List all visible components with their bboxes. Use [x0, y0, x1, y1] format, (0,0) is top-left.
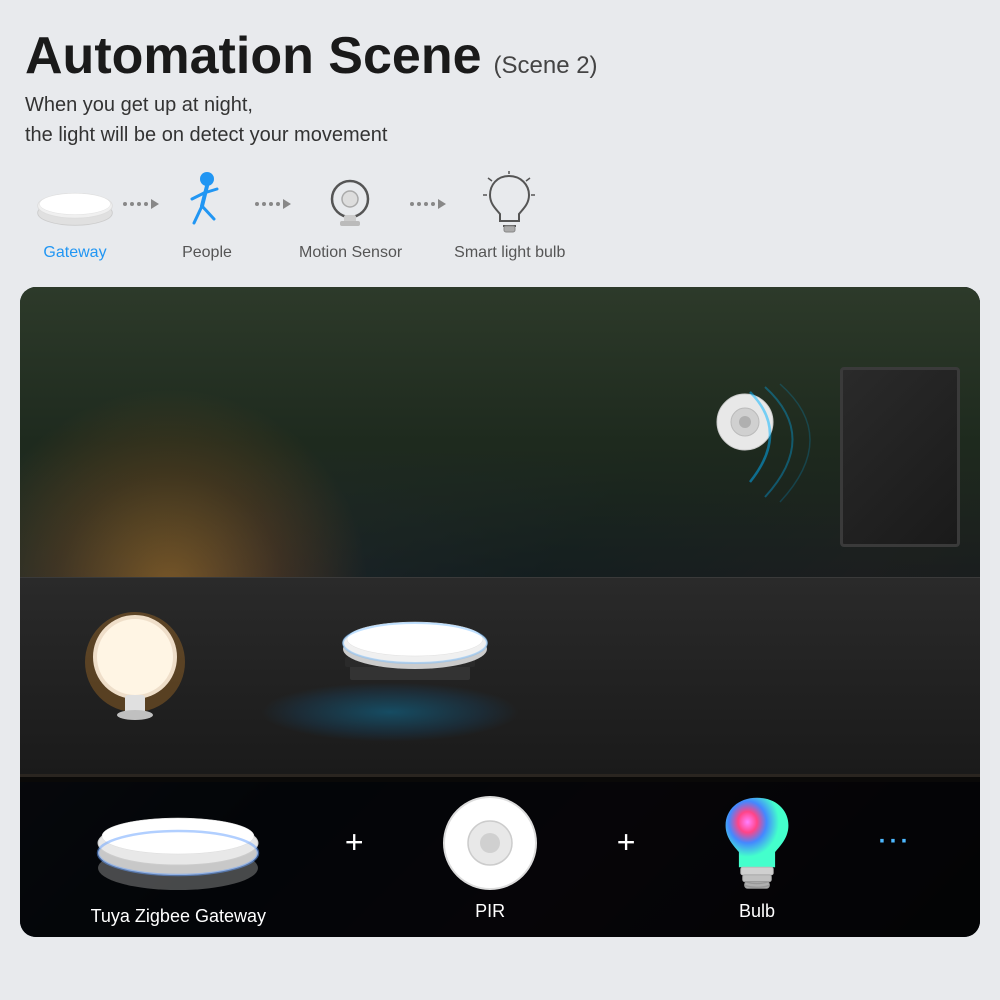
gateway-on-table: [330, 607, 490, 707]
flow-diagram: Gateway: [25, 168, 975, 262]
gateway-product-label: Tuya Zigbee Gateway: [91, 906, 266, 927]
top-section: Automation Scene (Scene 2) When you get …: [20, 20, 980, 287]
more-dots[interactable]: ···: [879, 828, 912, 856]
product-pir: PIR: [440, 793, 540, 922]
smart-bulb-icon: [470, 168, 550, 238]
signal-waves: [740, 382, 860, 517]
people-label: People: [182, 244, 232, 262]
plus-2: +: [617, 824, 636, 861]
gateway-icon: [35, 168, 115, 238]
flow-item-people: People: [167, 168, 247, 262]
flow-item-motion-sensor: Motion Sensor: [299, 168, 402, 262]
description: When you get up at night, the light will…: [25, 90, 975, 150]
arrow-3: [410, 199, 446, 209]
smart-bulb-label: Smart light bulb: [454, 244, 565, 262]
motion-sensor-icon: [311, 168, 391, 238]
arrow-1: [123, 199, 159, 209]
arrow-2: [255, 199, 291, 209]
bottom-product-bar: Tuya Zigbee Gateway + PIR +: [20, 777, 980, 937]
main-title: Automation Scene: [25, 30, 482, 82]
people-icon: [167, 168, 247, 238]
lamp-on-table: [80, 587, 190, 717]
flow-item-gateway: Gateway: [35, 168, 115, 262]
bulb-product-label: Bulb: [739, 901, 775, 922]
pir-product-label: PIR: [475, 901, 505, 922]
motion-sensor-label: Motion Sensor: [299, 244, 402, 262]
product-gateway: Tuya Zigbee Gateway: [88, 788, 268, 927]
product-bulb: Bulb: [712, 793, 802, 922]
flow-item-smart-bulb: Smart light bulb: [454, 168, 565, 262]
room-photo: Tuya Zigbee Gateway + PIR +: [20, 287, 980, 937]
gateway-label: Gateway: [43, 244, 106, 262]
scene-label: (Scene 2): [494, 52, 598, 80]
title-row: Automation Scene (Scene 2): [25, 30, 975, 82]
page-container: Automation Scene (Scene 2) When you get …: [0, 0, 1000, 1000]
plus-1: +: [345, 824, 364, 861]
